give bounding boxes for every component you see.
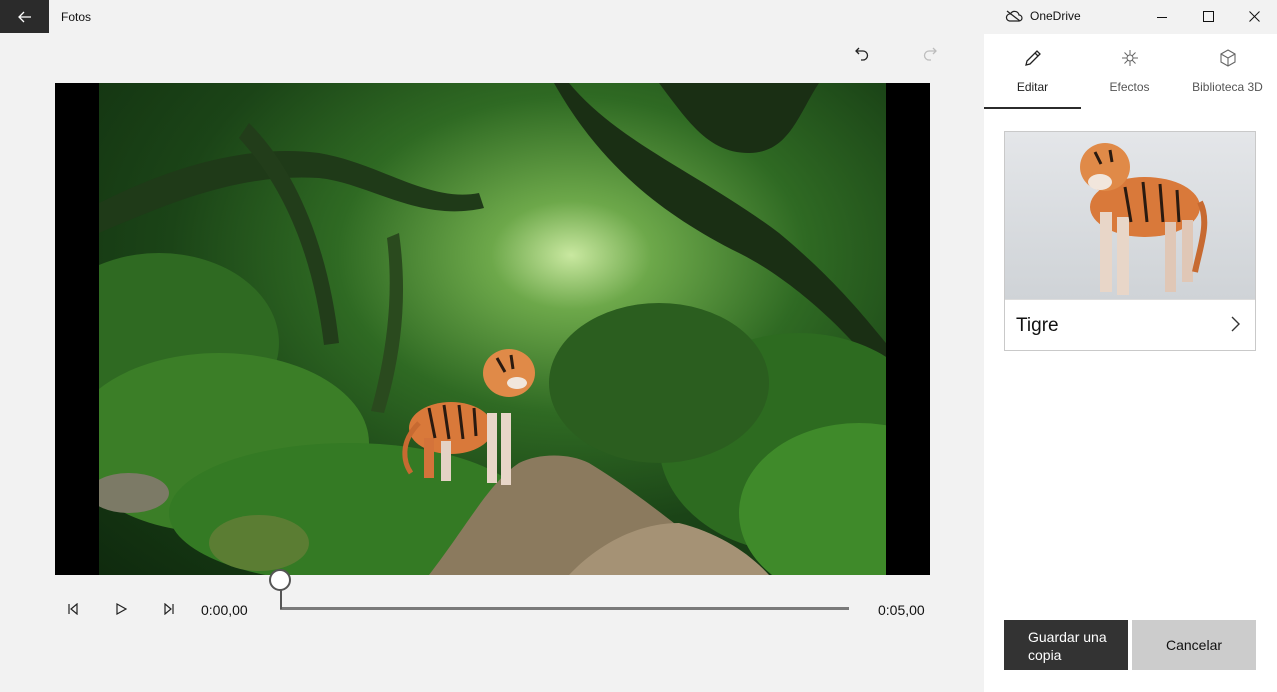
jungle-scene-image: [99, 83, 886, 575]
redo-icon: [923, 47, 937, 61]
tab-efectos-label: Efectos: [1109, 80, 1150, 94]
maximize-button[interactable]: [1185, 0, 1231, 33]
pencil-icon: [1024, 50, 1041, 66]
minimize-button[interactable]: [1139, 0, 1185, 33]
play-button[interactable]: [110, 598, 132, 620]
cloud-offline-icon: [1005, 10, 1023, 22]
edit-panel: Editar Efectos Biblioteca 3D Tigre Guard…: [984, 34, 1277, 692]
undo-icon: [855, 47, 869, 61]
model-thumbnail: [1005, 132, 1255, 299]
selected-tab-indicator: [984, 107, 1081, 109]
tab-biblioteca-3d-label: Biblioteca 3D: [1192, 80, 1263, 94]
onedrive-status[interactable]: OneDrive: [1005, 9, 1081, 23]
maximize-icon: [1202, 11, 1214, 22]
close-icon: [1248, 11, 1260, 22]
onedrive-label: OneDrive: [1030, 9, 1081, 23]
tiger-thumbnail-image: [1080, 143, 1208, 295]
step-back-icon: [68, 603, 78, 615]
timeline-thumb-stem: [280, 589, 282, 609]
back-button[interactable]: [0, 0, 49, 33]
total-time: 0:05,00: [878, 602, 925, 618]
arrow-left-icon: [17, 11, 31, 22]
timeline-track[interactable]: [280, 607, 849, 610]
play-icon: [116, 603, 127, 615]
tab-efectos[interactable]: Efectos: [1081, 34, 1178, 110]
timeline-thumb[interactable]: [269, 569, 291, 591]
current-time: 0:00,00: [201, 602, 248, 618]
step-forward-icon: [164, 603, 174, 615]
sparkle-icon: [1121, 50, 1138, 66]
tab-biblioteca-3d[interactable]: Biblioteca 3D: [1178, 34, 1277, 110]
title-bar: Fotos OneDrive: [0, 0, 1277, 34]
chevron-right-icon: [1231, 316, 1240, 332]
redo-button[interactable]: [917, 40, 943, 66]
undo-button[interactable]: [849, 40, 875, 66]
cancel-button[interactable]: Cancelar: [1132, 620, 1256, 670]
tab-editar[interactable]: Editar: [984, 34, 1081, 110]
next-frame-button[interactable]: [158, 598, 180, 620]
card-divider: [1005, 299, 1255, 300]
model-card[interactable]: Tigre: [1004, 131, 1256, 351]
app-title: Fotos: [61, 10, 92, 24]
tab-editar-label: Editar: [1016, 80, 1049, 94]
save-copy-button[interactable]: Guardar una copia: [1004, 620, 1128, 670]
minimize-icon: [1157, 16, 1167, 18]
video-preview[interactable]: [55, 83, 930, 575]
close-button[interactable]: [1231, 0, 1277, 33]
previous-frame-button[interactable]: [62, 598, 84, 620]
model-name: Tigre: [1016, 315, 1059, 336]
jungle-illustration: [99, 83, 886, 575]
cube-icon: [1219, 49, 1236, 67]
